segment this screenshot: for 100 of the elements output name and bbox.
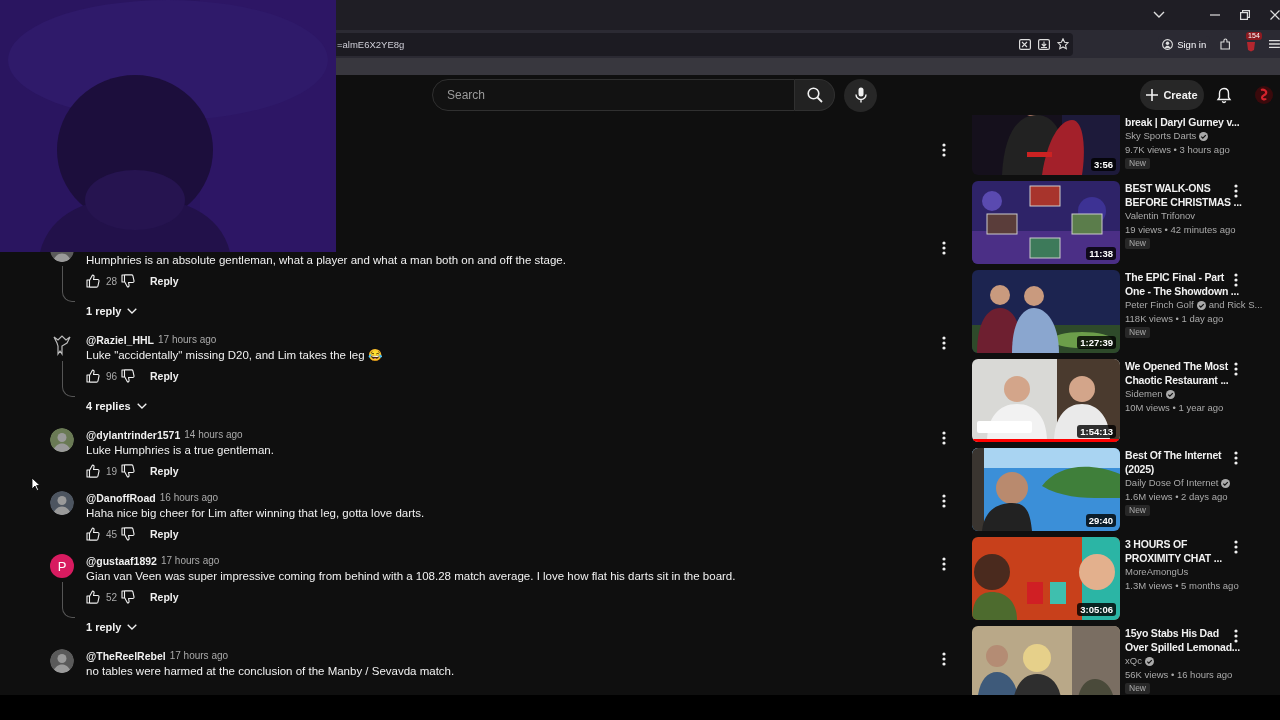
create-button[interactable]: Create [1140, 80, 1204, 110]
extensions-icon[interactable] [1219, 38, 1232, 50]
more-options-icon[interactable] [1234, 451, 1238, 465]
like-count: 45 [105, 528, 119, 540]
video-title[interactable]: We Opened The Most [1125, 359, 1228, 373]
like-icon[interactable] [86, 369, 100, 383]
video-title[interactable]: Best Of The Internet [1125, 448, 1222, 462]
avatar [50, 428, 74, 452]
more-options-icon[interactable] [942, 651, 946, 666]
comment-author[interactable]: @TheReelRebel [86, 649, 166, 662]
video-title[interactable]: break | Daryl Gurney v... [1125, 115, 1240, 129]
channel-name[interactable]: xQc [1125, 654, 1142, 668]
comment-text: no tables were harmed at the conclusion of the Manby / Sevavda match. [86, 664, 456, 679]
video-title[interactable]: Over Spilled Lemonad... [1125, 640, 1240, 654]
search-field[interactable]: Search [432, 79, 795, 111]
channel-name[interactable]: MoreAmongUs [1125, 565, 1189, 579]
video-title[interactable]: BEFORE CHRISTMAS ... [1125, 195, 1242, 209]
reply-button[interactable]: Reply [150, 591, 179, 603]
duration-badge: 1:27:39 [1077, 336, 1116, 349]
comment-time[interactable]: 17 hours ago [160, 555, 220, 566]
more-options-icon[interactable] [1234, 184, 1238, 198]
reply-button[interactable]: Reply [150, 528, 179, 540]
star-icon[interactable] [1057, 38, 1070, 50]
video-title[interactable]: Chaotic Restaurant ... [1125, 373, 1229, 387]
more-options-icon[interactable] [1234, 273, 1238, 287]
duration-badge: 3:05:06 [1077, 603, 1116, 616]
more-options-icon[interactable] [942, 493, 946, 508]
thread-line [62, 361, 75, 397]
restore-icon[interactable] [1240, 10, 1250, 20]
more-options-icon[interactable] [942, 143, 946, 157]
duration-badge: 29:40 [1085, 514, 1116, 527]
avatar [50, 649, 74, 673]
comment-author[interactable]: @gustaaf1892 [86, 554, 157, 567]
channel-name[interactable]: Daily Dose Of Internet [1125, 476, 1219, 490]
menu-icon[interactable] [1269, 39, 1280, 49]
account-avatar[interactable] [1255, 86, 1273, 104]
comment-time[interactable]: 14 hours ago [184, 429, 243, 440]
comment-time[interactable]: 17 hours ago [169, 650, 229, 661]
more-options-icon[interactable] [942, 430, 946, 445]
replies-toggle[interactable]: 4 replies [86, 394, 147, 418]
chevron-down-icon [136, 403, 147, 409]
dislike-icon[interactable] [121, 527, 135, 541]
download-icon[interactable] [1038, 38, 1051, 50]
comment-author[interactable]: @DanoffRoad [86, 491, 156, 504]
channel-name[interactable]: Sidemen [1125, 387, 1163, 401]
channel-name[interactable]: and Rick S... [1208, 298, 1263, 312]
comment-text: Luke Humphries is a true gentleman. [86, 443, 275, 458]
video-title[interactable]: One - The Showdown ... [1125, 284, 1239, 298]
avatar: P [50, 554, 74, 578]
comment-author[interactable]: @dylantrinder1571 [86, 428, 181, 441]
comment-time[interactable]: 16 hours ago [159, 492, 219, 503]
video-stats: 9.7K views • 3 hours ago [1125, 143, 1230, 157]
dislike-icon[interactable] [121, 590, 135, 604]
channel-name[interactable]: Valentin Trifonov [1125, 209, 1196, 223]
comment-text: Gian van Veen was super impressive coming from behind with a 108.28 match average. I love how flat his darts sit in the board. [86, 569, 737, 584]
close-icon[interactable] [1270, 10, 1280, 20]
comment-time[interactable]: 17 hours ago [158, 334, 217, 345]
like-icon[interactable] [86, 464, 100, 478]
url-text: =almE6X2YE8g [337, 38, 406, 50]
chevron-down-icon [127, 624, 138, 630]
replies-toggle[interactable]: 1 reply [86, 615, 138, 639]
video-title[interactable]: (2025) [1125, 462, 1155, 476]
dislike-icon[interactable] [121, 274, 135, 288]
avatar [50, 491, 74, 515]
dislike-icon[interactable] [121, 369, 135, 383]
new-badge: New [1125, 327, 1150, 338]
like-icon[interactable] [86, 590, 100, 604]
reply-button[interactable]: Reply [150, 465, 179, 477]
video-stats: 1.3M views • 5 months ago [1125, 579, 1239, 593]
replies-toggle[interactable]: 1 reply [86, 299, 138, 323]
reply-button[interactable]: Reply [150, 275, 179, 287]
chevron-down-icon [127, 308, 138, 314]
more-options-icon[interactable] [942, 240, 946, 255]
new-badge: New [1125, 238, 1150, 249]
new-badge: New [1125, 158, 1150, 169]
channel-name[interactable]: Sky Sports Darts [1125, 129, 1197, 143]
reply-button[interactable]: Reply [150, 370, 179, 382]
video-title[interactable]: 15yo Stabs His Dad [1125, 626, 1219, 640]
video-title[interactable]: BEST WALK-ONS [1125, 181, 1211, 195]
search-icon [806, 87, 823, 103]
comment-text: Humphries is an absolute gentleman, what a player and what a man both on and off the stage. [86, 253, 567, 268]
channel-name[interactable]: Peter Finch Golf [1125, 298, 1194, 312]
like-icon[interactable] [86, 274, 100, 288]
search-button[interactable] [795, 79, 835, 111]
chevron-down-icon[interactable] [1153, 11, 1165, 19]
more-options-icon[interactable] [1234, 629, 1238, 643]
video-title[interactable]: 3 HOURS OF [1125, 537, 1188, 551]
like-icon[interactable] [86, 527, 100, 541]
more-options-icon[interactable] [1234, 540, 1238, 554]
comment-text: Haha nice big cheer for Lim after winning that leg, gotta love darts. [86, 506, 426, 521]
more-options-icon[interactable] [1234, 362, 1238, 376]
video-title[interactable]: PROXIMITY CHAT ... [1125, 551, 1222, 565]
picture-in-picture-icon[interactable] [1019, 38, 1032, 50]
voice-search-button[interactable] [844, 78, 877, 112]
notifications-bell-icon[interactable] [1216, 86, 1232, 104]
video-title[interactable]: The EPIC Final - Part [1125, 270, 1225, 284]
more-options-icon[interactable] [942, 556, 946, 571]
more-options-icon[interactable] [942, 335, 946, 350]
comment-author[interactable]: @Raziel_HHL [86, 333, 154, 346]
dislike-icon[interactable] [121, 464, 135, 478]
